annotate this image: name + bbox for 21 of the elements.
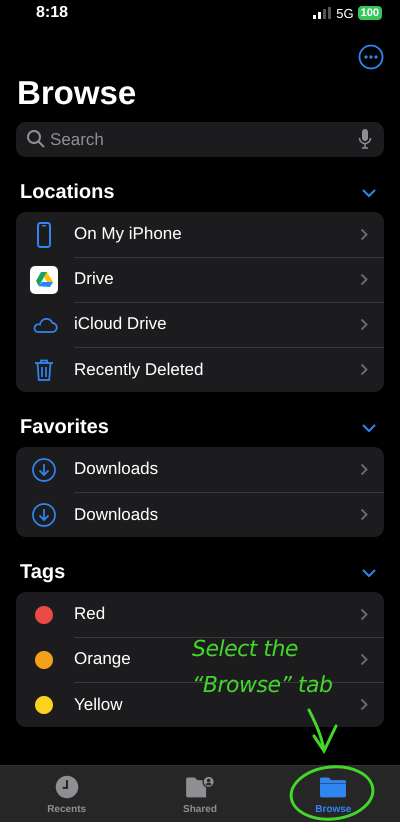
list-item[interactable]: iCloud Drive (74, 314, 167, 334)
section-title: Tags (20, 561, 66, 584)
list-item[interactable]: Recently Deleted (74, 360, 204, 380)
list-item[interactable]: Drive (74, 269, 114, 289)
list-item[interactable]: On My iPhone (74, 224, 182, 244)
tab[interactable]: Browse (266, 766, 400, 822)
page-title: Browse (17, 74, 138, 112)
annotation-text: Select the “Browse” tab (192, 636, 334, 700)
status-time: 8:18 (36, 4, 70, 22)
tab[interactable]: Recents (0, 766, 134, 822)
battery-level: 100 (358, 6, 382, 20)
search-field[interactable]: Search (16, 122, 384, 157)
list-item[interactable]: Downloads (74, 459, 158, 479)
list-item[interactable]: Orange (74, 649, 131, 669)
list-item[interactable]: Downloads (74, 504, 158, 524)
section-title: Locations (20, 181, 114, 204)
network-label: 5G (336, 6, 354, 20)
tab[interactable]: Shared (133, 766, 267, 822)
list-item[interactable]: Yellow (74, 694, 123, 714)
section-title: Favorites (20, 416, 109, 439)
list-item[interactable]: Red (74, 604, 106, 624)
